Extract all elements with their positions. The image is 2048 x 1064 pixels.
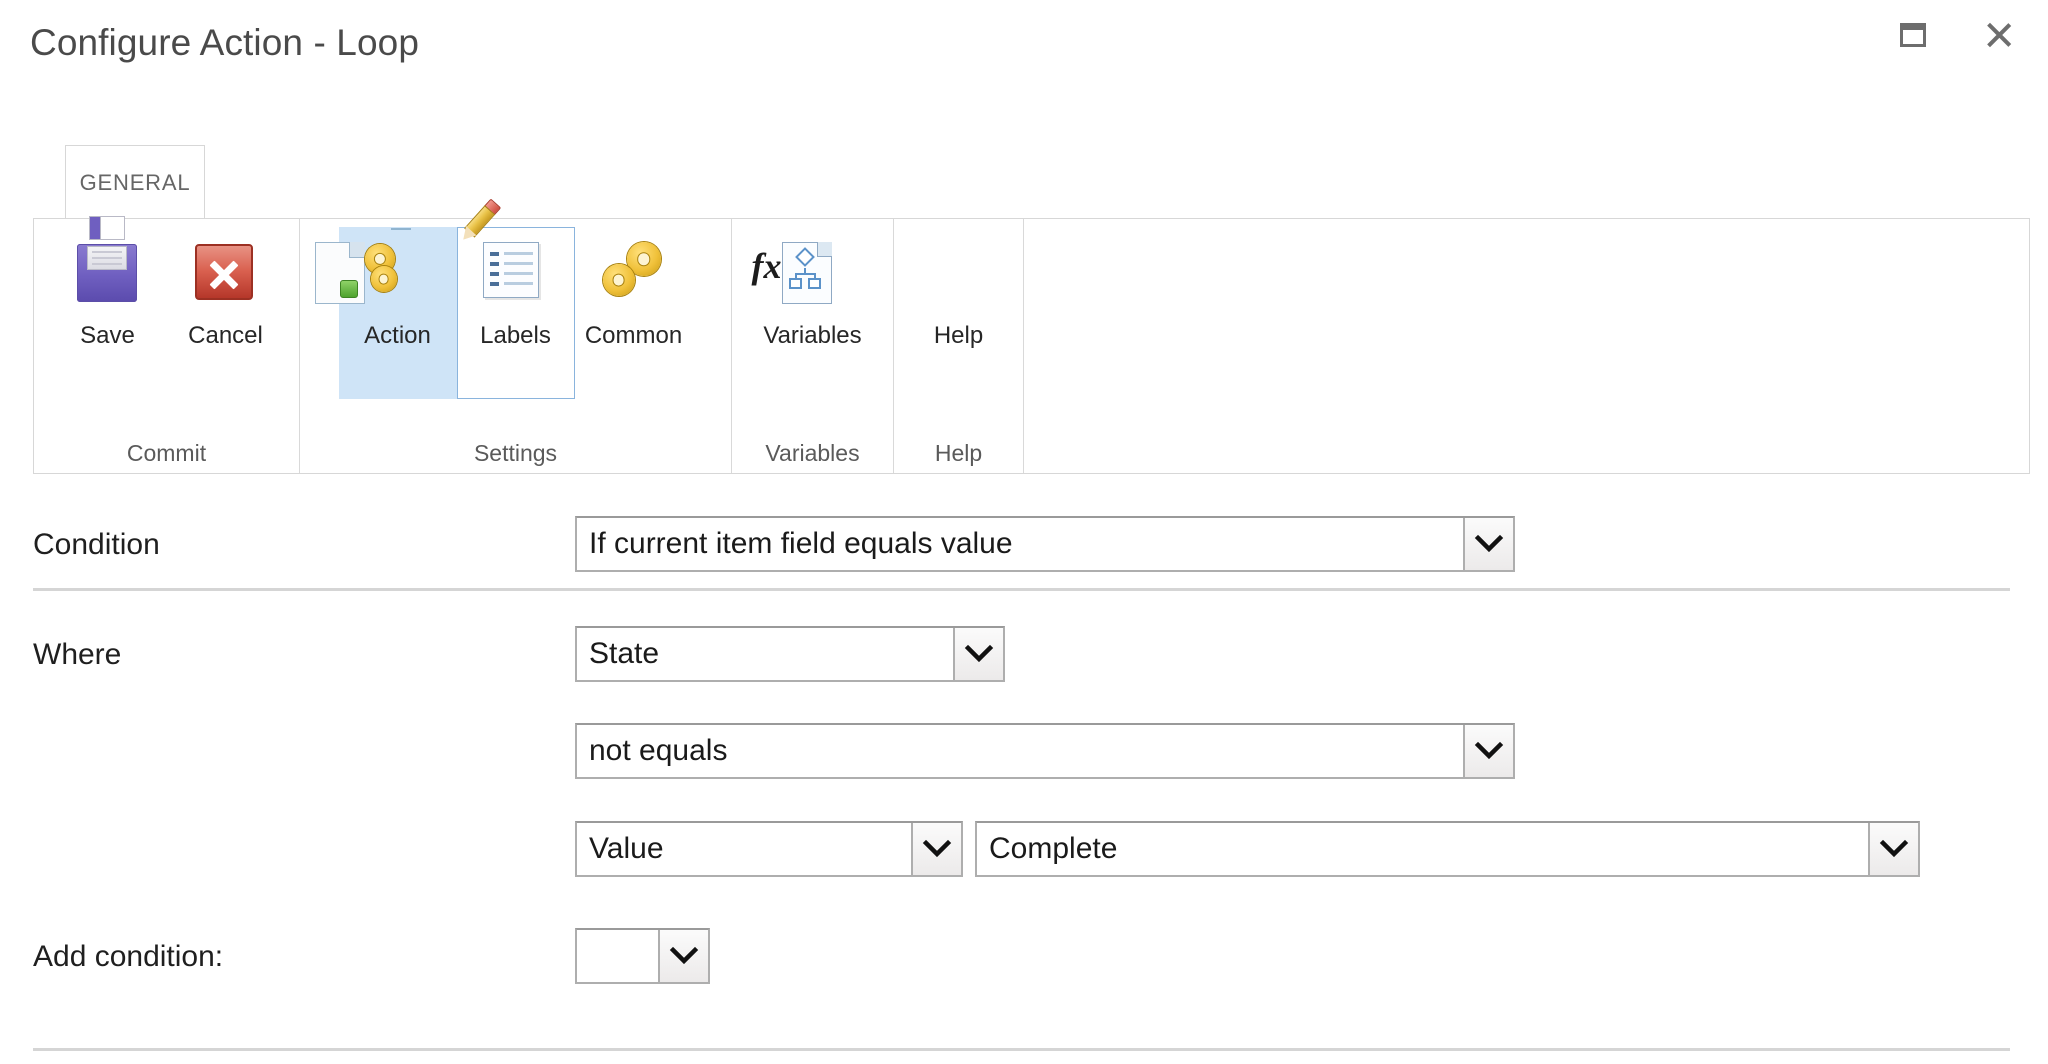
row-divider — [33, 588, 2010, 591]
ribbon-group-variables: fx Variables Variables — [732, 219, 894, 473]
chevron-down-icon — [658, 930, 708, 982]
chevron-down-icon — [911, 823, 961, 875]
floppy-disk-icon — [75, 216, 141, 308]
where-value-value: Complete — [989, 832, 1118, 865]
gears-icon — [600, 239, 667, 308]
ribbon-group-commit: Save Cancel Commit — [34, 216, 300, 473]
tab-general[interactable]: GENERAL — [65, 145, 205, 219]
maximize-button[interactable] — [1884, 8, 1942, 62]
save-button-label: Save — [80, 322, 135, 349]
document-pencil-icon — [457, 198, 549, 308]
ribbon-group-settings-label: Settings — [473, 440, 558, 466]
where-field-value: State — [589, 637, 660, 670]
where-label: Where — [33, 638, 122, 671]
where-field-dropdown[interactable]: State — [575, 626, 1005, 682]
where-value-type-dropdown[interactable]: Value — [575, 821, 963, 877]
ribbon-tabstrip: GENERAL — [33, 145, 2030, 219]
chevron-down-icon — [1463, 725, 1513, 777]
variables-button[interactable]: fx Variables — [752, 227, 872, 399]
red-x-icon — [193, 242, 259, 308]
window-controls — [1884, 8, 2028, 62]
where-operator-value: not equals — [589, 734, 728, 767]
labels-button-label: Labels — [480, 322, 551, 349]
chevron-down-icon — [1868, 823, 1918, 875]
ribbon-group-commit-label: Commit — [126, 440, 207, 466]
where-value-type-value: Value — [589, 832, 664, 865]
action-button-label: Action — [364, 322, 431, 349]
close-button[interactable] — [1970, 8, 2028, 62]
chevron-down-icon — [953, 628, 1003, 680]
common-button-label: Common — [584, 322, 683, 349]
condition-dropdown[interactable]: If current item field equals value — [575, 516, 1515, 572]
add-condition-label: Add condition: — [33, 940, 224, 973]
condition-label: Condition — [33, 528, 160, 561]
save-button[interactable]: Save — [49, 216, 167, 399]
ribbon-group-settings: Action Labels Common Settings — [300, 198, 732, 473]
ribbon-group-help-label: Help — [934, 440, 983, 466]
document-fx-icon: fx — [752, 242, 846, 308]
add-condition-dropdown[interactable] — [575, 928, 710, 984]
title-bar: Configure Action - Loop — [0, 0, 2048, 92]
common-button[interactable]: Common — [575, 227, 693, 399]
ribbon-group-help: ? Help Help — [894, 219, 1024, 473]
labels-button[interactable]: Labels — [456, 198, 575, 399]
add-condition-value — [577, 930, 658, 982]
condition-dropdown-value: If current item field equals value — [589, 527, 1013, 560]
where-value-dropdown[interactable]: Complete — [975, 821, 1920, 877]
action-button[interactable]: Action — [314, 227, 457, 399]
page-title: Configure Action - Loop — [30, 22, 419, 63]
gears-document-icon — [314, 228, 431, 308]
variables-button-label: Variables — [763, 322, 862, 349]
maximize-icon — [1900, 23, 1926, 47]
ribbon-body: Save Cancel Commit Action Labels Common … — [33, 198, 2030, 474]
help-button-label: Help — [933, 322, 984, 349]
help-button[interactable]: ? Help — [900, 218, 1018, 399]
ribbon: GENERAL Save Cancel Commit Action Labels… — [33, 145, 2030, 475]
cancel-button-label: Cancel — [188, 322, 263, 349]
chevron-down-icon — [1463, 518, 1513, 570]
tab-general-label: GENERAL — [79, 169, 191, 195]
blue-question-icon: ? — [912, 218, 939, 265]
cancel-button[interactable]: Cancel — [167, 227, 285, 399]
row-divider — [33, 1048, 2010, 1051]
close-icon — [1984, 20, 2014, 50]
configure-action-dialog: Configure Action - Loop GENERAL Save Can… — [0, 0, 2048, 1064]
where-operator-dropdown[interactable]: not equals — [575, 723, 1515, 779]
ribbon-group-variables-label: Variables — [765, 440, 860, 466]
